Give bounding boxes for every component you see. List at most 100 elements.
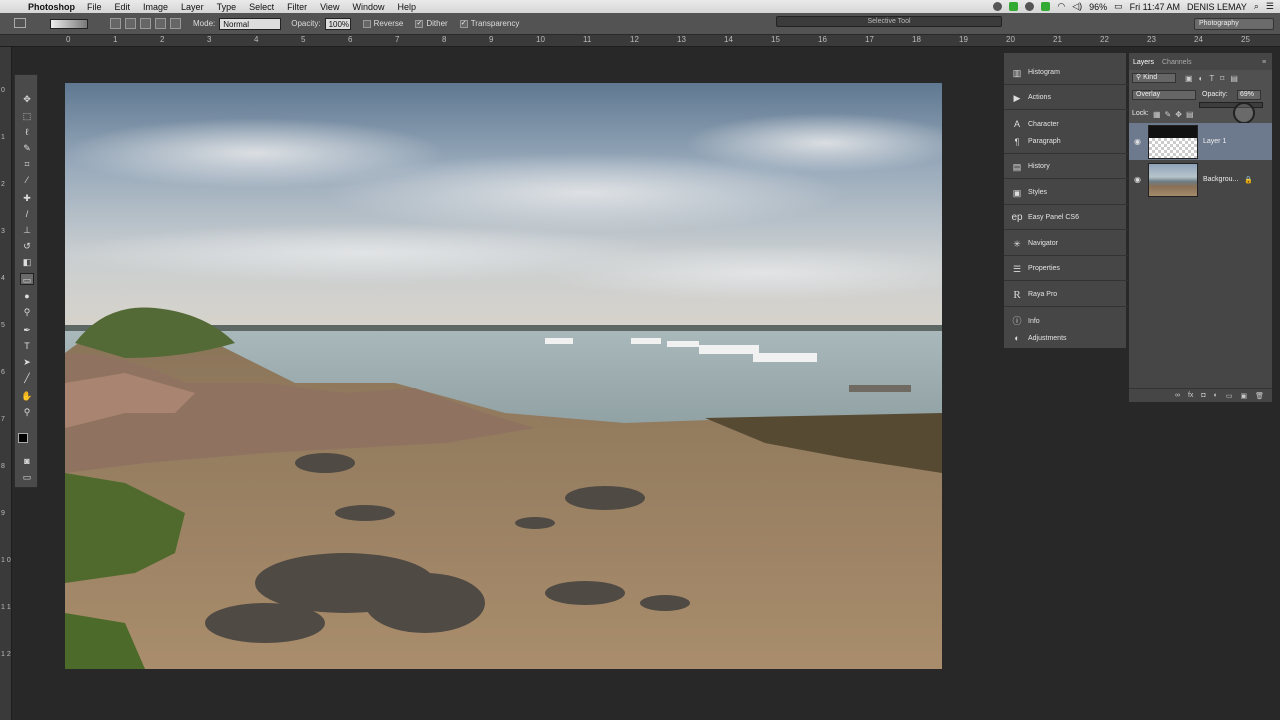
transparency-checkbox[interactable]: ✓ Transparency <box>459 19 519 28</box>
menu-help[interactable]: Help <box>397 2 416 12</box>
radial-gradient-button[interactable] <box>125 18 136 29</box>
styles-panel-button[interactable]: ▣ Styles <box>1004 181 1128 205</box>
workspace-select[interactable]: Photography <box>1194 18 1274 30</box>
layer-row-layer-1[interactable]: ◉ Layer 1 <box>1129 123 1272 160</box>
screen-mode-icon[interactable]: ▭ <box>20 471 34 483</box>
gradient-picker[interactable] <box>50 18 88 29</box>
blur-tool-icon[interactable]: ● <box>20 290 34 302</box>
eyedropper-tool-icon[interactable]: ⁄ <box>20 174 34 186</box>
dither-checkbox[interactable]: ✓ Dither <box>415 19 448 28</box>
eraser-tool-icon[interactable]: ◧ <box>20 256 34 268</box>
properties-panel-button[interactable]: ☰ Properties <box>1004 257 1128 281</box>
pen-tool-icon[interactable]: ✒ <box>20 324 34 336</box>
clone-stamp-tool-icon[interactable]: ⊥ <box>20 224 34 236</box>
opacity-input[interactable]: 69% <box>1237 90 1261 100</box>
delete-layer-icon[interactable]: 🗑 <box>1255 392 1264 400</box>
adjustments-panel-button[interactable]: ◐ Adjustments <box>1004 326 1128 350</box>
layer-row-background[interactable]: ◉ Backgrou... 🔒 <box>1129 161 1272 198</box>
layer-style-icon[interactable]: fx <box>1188 392 1193 399</box>
gradient-tool-icon[interactable]: ▭ <box>20 273 34 285</box>
quick-select-tool-icon[interactable]: ✎ <box>20 142 34 154</box>
user-name[interactable]: DENIS LEMAY <box>1187 2 1247 12</box>
dropbox-icon[interactable] <box>1025 2 1035 11</box>
navigator-panel-button[interactable]: ✳ Navigator <box>1004 232 1128 256</box>
marquee-tool-icon[interactable]: ⬚ <box>20 110 34 122</box>
ruler-top[interactable]: 0 1 2 3 4 5 6 7 8 9 10 11 12 13 14 15 16 17 18 19 20 21 22 23 24… <box>0 35 1280 47</box>
tab-channels[interactable]: Channels <box>1162 59 1192 66</box>
diamond-gradient-button[interactable] <box>170 18 181 29</box>
adjustments-label: Adjustments <box>1028 334 1067 342</box>
adjustment-layer-icon[interactable]: ◐ <box>1214 392 1218 399</box>
histogram-panel-button[interactable]: ▥ Histogram <box>1004 61 1128 85</box>
menu-type[interactable]: Type <box>217 2 237 12</box>
filter-type-icons[interactable]: ▣◐T⌑▤ <box>1185 74 1244 83</box>
linear-gradient-button[interactable] <box>110 18 121 29</box>
clock[interactable]: Fri 11:47 AM <box>1130 2 1180 12</box>
new-group-icon[interactable]: ▭ <box>1226 392 1233 400</box>
menu-window[interactable]: Window <box>352 2 384 12</box>
panel-menu-icon[interactable]: ≡ <box>1262 59 1266 66</box>
link-layers-icon[interactable]: ∞ <box>1175 392 1180 399</box>
dodge-tool-icon[interactable]: ⚲ <box>20 306 34 318</box>
mode-select[interactable]: Normal <box>219 17 282 30</box>
lock-icons[interactable]: ▦✎✥▤ <box>1153 110 1198 119</box>
healing-brush-tool-icon[interactable]: ✚ <box>20 192 34 204</box>
menu-select[interactable]: Select <box>249 2 274 12</box>
tool-preset-icon[interactable] <box>14 18 26 28</box>
raya-pro-panel-button[interactable]: R Raya Pro <box>1004 283 1128 307</box>
opacity-input[interactable]: 100% <box>324 17 351 30</box>
crop-tool-icon[interactable]: ⌗ <box>20 158 34 170</box>
layer-name[interactable]: Layer 1 <box>1203 138 1226 145</box>
menu-layer[interactable]: Layer <box>181 2 204 12</box>
ruler-label: 5 <box>301 35 306 44</box>
lasso-tool-icon[interactable]: ℓ <box>20 126 34 138</box>
eye-icon[interactable]: ◉ <box>1134 137 1142 146</box>
record-icon[interactable] <box>993 2 1003 11</box>
actions-panel-button[interactable]: ▶ Actions <box>1004 86 1128 110</box>
reverse-checkbox[interactable]: Reverse <box>362 19 403 28</box>
notifications-icon[interactable]: ☰ <box>1266 1 1274 12</box>
hand-tool-icon[interactable]: ✋ <box>20 390 34 402</box>
menu-edit[interactable]: Edit <box>115 2 131 12</box>
quick-mask-icon[interactable]: ◙ <box>20 455 34 467</box>
landscape-photo <box>65 83 942 669</box>
zoom-tool-icon[interactable]: ⚲ <box>20 406 34 418</box>
volume-icon[interactable]: ◁) <box>1072 1 1082 12</box>
ruler-left[interactable]: 0 1 2 3 4 5 6 7 8 9 1 0 1 1 1 2 <box>0 47 12 720</box>
wifi-icon[interactable]: ◠ <box>1057 1 1065 12</box>
sync-icon[interactable] <box>1041 2 1051 11</box>
foreground-color-swatch[interactable] <box>18 433 28 443</box>
paragraph-panel-button[interactable]: ¶ Paragraph <box>1004 130 1128 154</box>
angle-gradient-button[interactable] <box>140 18 151 29</box>
filter-kind-select[interactable]: ⚲ Kind <box>1132 73 1176 83</box>
spotlight-icon[interactable]: ⌕ <box>1254 1 1259 12</box>
reflected-gradient-button[interactable] <box>155 18 166 29</box>
new-layer-icon[interactable]: ▣ <box>1240 392 1247 400</box>
history-brush-tool-icon[interactable]: ↺ <box>20 240 34 252</box>
ruler-label: 21 <box>1053 35 1062 44</box>
line-tool-icon[interactable]: ╱ <box>20 372 34 384</box>
menu-filter[interactable]: Filter <box>287 2 307 12</box>
battery-icon[interactable]: ▭ <box>1114 1 1123 12</box>
selective-tool-search[interactable]: Selective Tool <box>776 16 1002 27</box>
app-menu[interactable]: Photoshop <box>28 2 75 12</box>
menu-file[interactable]: File <box>87 2 102 12</box>
layer-mask-icon[interactable]: ◘ <box>1201 392 1205 399</box>
type-tool-icon[interactable]: T <box>20 340 34 352</box>
menu-view[interactable]: View <box>320 2 339 12</box>
blend-mode-select[interactable]: Overlay <box>1132 90 1196 100</box>
tab-layers[interactable]: Layers <box>1133 59 1154 66</box>
easy-panel-button[interactable]: ep Easy Panel CS6 <box>1004 206 1128 230</box>
path-selection-tool-icon[interactable]: ➤ <box>20 356 34 368</box>
history-panel-button[interactable]: ▤ History <box>1004 155 1128 179</box>
evernote-icon[interactable] <box>1009 2 1019 11</box>
ruler-label: 5 <box>1 322 5 329</box>
document-canvas[interactable] <box>65 83 942 669</box>
move-tool-icon[interactable]: ✥ <box>20 93 34 105</box>
tools-panel: ✥ ⬚ ℓ ✎ ⌗ ⁄ ✚ / ⊥ ↺ ◧ ▭ ● ⚲ ✒ T ➤ ╱ ✋ ⚲ … <box>14 74 38 488</box>
eye-icon[interactable]: ◉ <box>1134 175 1142 184</box>
brush-tool-icon[interactable]: / <box>20 208 34 220</box>
layer-name[interactable]: Backgrou... <box>1203 176 1238 183</box>
layers-tabs: Layers Channels ≡ <box>1129 59 1272 69</box>
menu-image[interactable]: Image <box>143 2 168 12</box>
